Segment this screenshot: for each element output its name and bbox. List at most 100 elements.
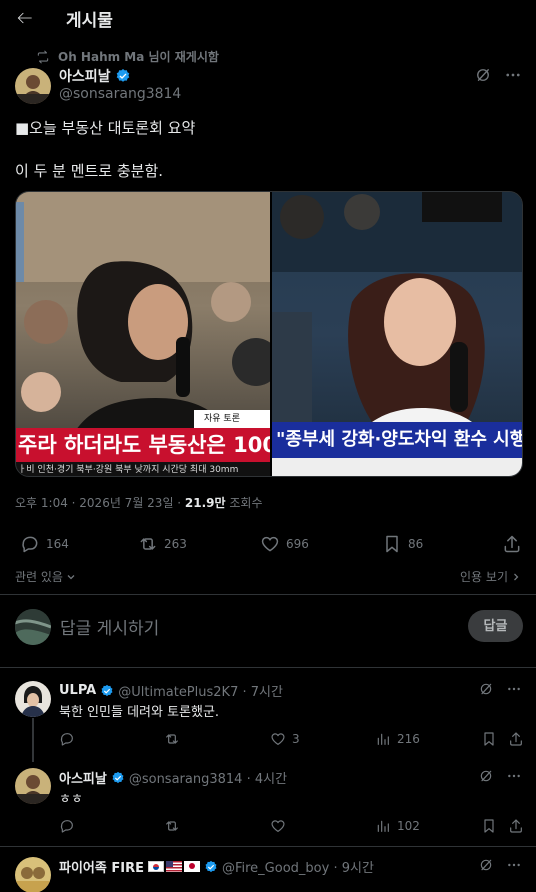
view-count: 102 [397, 819, 420, 833]
reply-input[interactable]: 답글 게시하기 [60, 614, 159, 639]
reply-handle[interactable]: @sonsarang3814 · 4시간 [129, 768, 287, 787]
author-handle[interactable]: @sonsarang3814 [59, 86, 181, 102]
reply-header: 파이어족 FIRE @Fire_Good_boy · 9시간 [59, 857, 374, 876]
like-count: 696 [286, 537, 309, 551]
author-name-text: 아스피날 [59, 69, 111, 85]
verified-badge-icon [101, 684, 113, 696]
media-subcaption-right [272, 458, 522, 476]
reply-top-icons [466, 768, 522, 784]
share-action[interactable] [508, 731, 530, 747]
repost-text: Oh Hahm Ma 님이 재게시함 [58, 50, 219, 64]
bookmark-action[interactable] [481, 731, 503, 747]
media-badge: 자유 토론 [194, 410, 270, 428]
heart-icon [271, 820, 285, 832]
tweet-media[interactable]: 자유 토론 주라 하더라도 부동산은 100% ㅏ비 인천·경기 북부·강원 북… [15, 191, 523, 477]
page-title: 게시물 [66, 11, 113, 31]
repost-count: 263 [164, 537, 187, 551]
reply-author-name[interactable]: 아스피날 [59, 768, 107, 787]
view-label: 조회수 [225, 496, 263, 510]
divider [0, 667, 536, 668]
my-avatar[interactable] [15, 609, 51, 645]
bookmark-icon [386, 535, 398, 553]
verified-badge-icon [112, 771, 124, 783]
back-button[interactable] [15, 8, 35, 28]
views-action[interactable]: 102 [375, 818, 420, 834]
media-image-right[interactable]: "종부세 강화·양도차익 환수 시행 [272, 192, 522, 476]
reply-author-name[interactable]: ULPA [59, 683, 96, 698]
arrow-left-icon [17, 12, 32, 24]
reply-top-icons [466, 681, 522, 697]
verified-badge-icon [116, 69, 129, 82]
analytics-icon [377, 733, 389, 745]
divider [0, 846, 536, 847]
share-icon [510, 732, 522, 746]
reply-icon [60, 820, 73, 833]
quotes-link[interactable]: 인용 보기 [460, 568, 522, 585]
repost-action[interactable]: 263 [138, 534, 187, 554]
bookmark-count: 86 [408, 537, 424, 551]
repost-icon [166, 734, 178, 744]
tweet-text-line2: 이 두 분 멘트로 충분함. [15, 162, 164, 180]
reply-count: 164 [46, 537, 69, 551]
reply-author-name[interactable]: 파이어족 FIRE [59, 857, 144, 876]
quotes-label: 인용 보기 [460, 570, 508, 584]
share-icon [504, 535, 520, 553]
grok-icon[interactable] [478, 768, 494, 784]
bookmark-action[interactable] [481, 818, 503, 834]
analytics-icon [377, 820, 389, 832]
grok-icon[interactable] [478, 681, 494, 697]
reply-icon [60, 733, 73, 746]
media-subcaption-left: ㅏ비 인천·경기 북부·강원 북부 낮까지 시간당 최대 30mm [16, 462, 270, 476]
repost-action[interactable] [164, 818, 186, 834]
reply-avatar[interactable] [15, 857, 51, 892]
like-action[interactable]: 3 [270, 731, 300, 747]
reply-handle[interactable]: @UltimatePlus2K7 · 7시간 [118, 681, 283, 700]
reply-avatar[interactable] [15, 768, 51, 804]
reply-action[interactable]: 164 [20, 534, 69, 554]
bookmark-icon [484, 732, 494, 746]
reply-action[interactable] [59, 731, 81, 747]
views-action[interactable]: 216 [375, 731, 420, 747]
top-bar: 게시물 [0, 0, 536, 36]
media-caption-right: "종부세 강화·양도차익 환수 시행 [272, 422, 522, 458]
reply-header: ULPA @UltimatePlus2K7 · 7시간 [59, 681, 283, 700]
grok-icon[interactable] [474, 66, 492, 84]
related-label: 관련 있음 [15, 570, 63, 584]
chevron-right-icon [514, 573, 519, 580]
reply-action[interactable] [59, 818, 81, 834]
author-avatar[interactable] [15, 68, 51, 104]
share-action[interactable] [502, 534, 528, 554]
tweet-timestamp[interactable]: 오후 1:04 · 2026년 7월 23일 · [15, 496, 185, 510]
media-caption-left: 주라 하더라도 부동산은 100% [16, 428, 270, 462]
tweet-text-line1: ■오늘 부동산 대토론회 요약 [15, 119, 196, 137]
more-icon[interactable] [506, 857, 522, 873]
bookmark-icon [484, 819, 494, 833]
reply-text: 북한 인민들 데려와 토론했군. [59, 705, 220, 720]
tweet-actions: 164 263 696 86 [0, 534, 536, 560]
divider [0, 594, 536, 595]
like-action[interactable] [270, 818, 292, 834]
chevron-down-icon [67, 574, 75, 579]
more-icon[interactable] [504, 66, 522, 84]
reply-handle[interactable]: @Fire_Good_boy · 9시간 [222, 857, 374, 876]
author-name[interactable]: 아스피날 [59, 66, 131, 86]
reply-avatar[interactable] [15, 681, 51, 717]
grok-icon[interactable] [478, 857, 494, 873]
share-action[interactable] [508, 818, 530, 834]
tweet-top-actions [462, 66, 522, 84]
reply-top-icons [466, 857, 522, 873]
view-count: 21.9만 [184, 496, 226, 510]
media-image-left[interactable]: 자유 토론 주라 하더라도 부동산은 100% ㅏ비 인천·경기 북부·강원 북… [16, 192, 270, 476]
repost-icon [166, 821, 178, 831]
related-toggle[interactable]: 관련 있음 [15, 568, 77, 585]
repost-indicator[interactable]: Oh Hahm Ma 님이 재게시함 [36, 48, 219, 65]
reply-actions: 102 [0, 818, 536, 838]
more-icon[interactable] [506, 768, 522, 784]
repost-action[interactable] [164, 731, 186, 747]
like-action[interactable]: 696 [260, 534, 309, 554]
reply-submit-button[interactable]: 답글 [468, 610, 523, 642]
reply-header: 아스피날 @sonsarang3814 · 4시간 [59, 768, 287, 787]
more-icon[interactable] [506, 681, 522, 697]
bookmark-action[interactable]: 86 [382, 534, 423, 554]
share-icon [510, 819, 522, 833]
